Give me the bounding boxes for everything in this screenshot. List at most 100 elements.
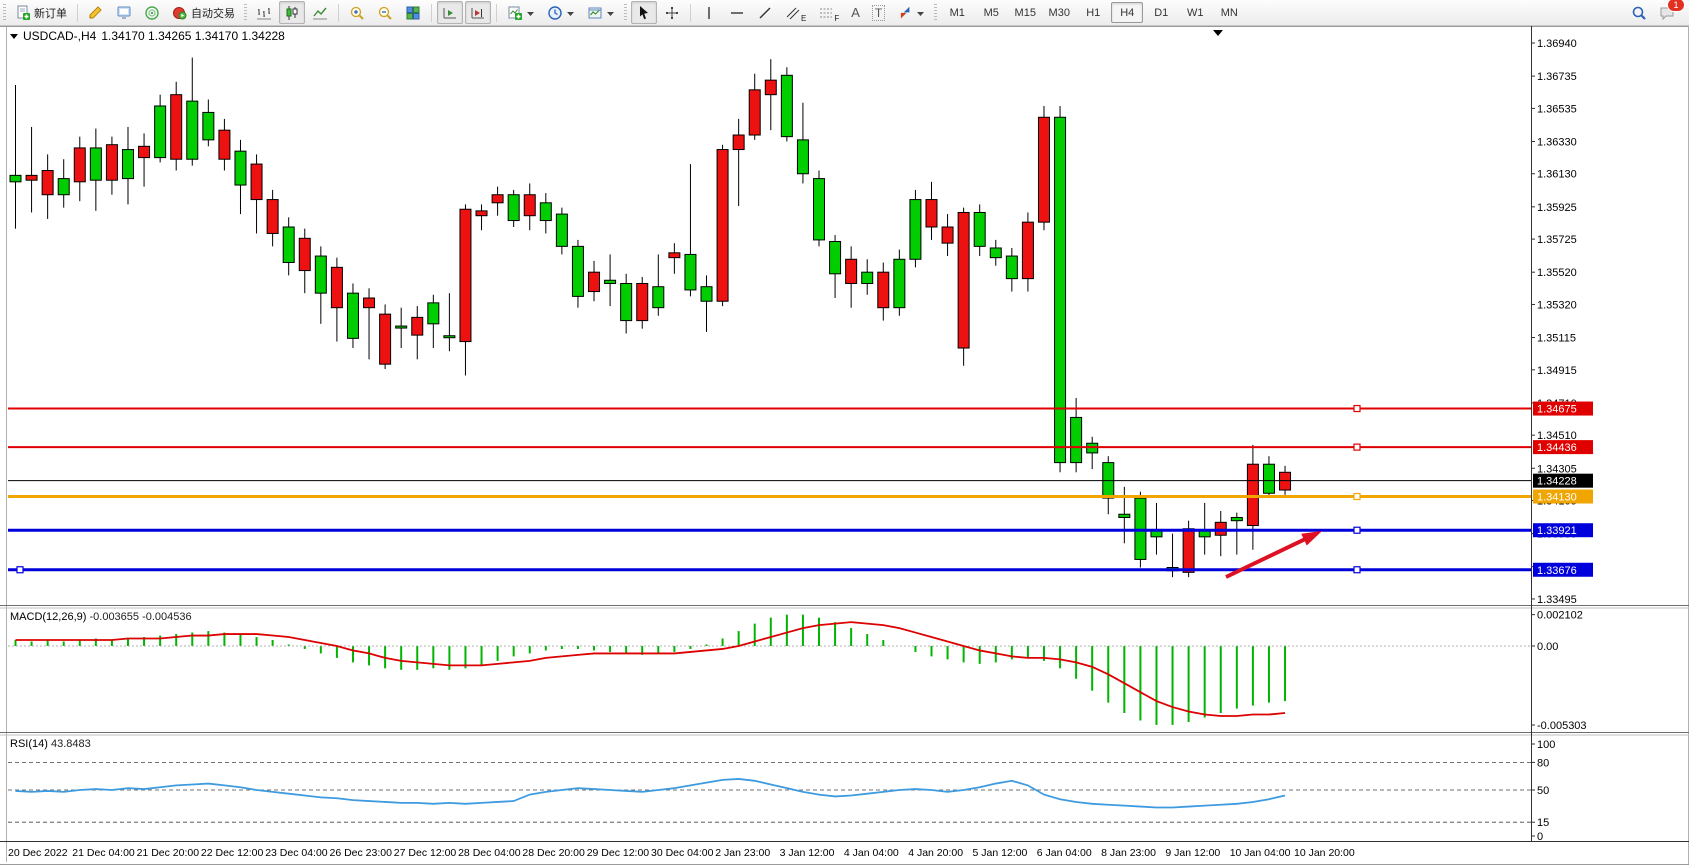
vertical-line-tool-button[interactable] — [696, 1, 722, 24]
line-drag-handle[interactable] — [1354, 527, 1360, 533]
candle-bullish — [235, 151, 246, 185]
zoom-out-button[interactable] — [372, 1, 398, 24]
time-axis-label: 28 Dec 20:00 — [522, 847, 585, 859]
notifications-button[interactable]: 1 — [1654, 1, 1680, 24]
text-label-icon: T — [872, 5, 885, 21]
chart-canvas[interactable]: 1.369401.367351.365351.363301.361301.359… — [0, 0, 1689, 865]
indicators-button[interactable] — [502, 1, 540, 24]
candlestick-icon — [284, 5, 300, 21]
candle-bullish — [605, 280, 616, 283]
search-icon — [1631, 5, 1647, 21]
candle-bullish — [508, 195, 519, 221]
toolbar: 新订单 — [0, 0, 1689, 26]
text-tool-button[interactable]: A — [846, 1, 865, 24]
time-axis-label: 4 Jan 20:00 — [908, 847, 963, 859]
tab-timeframe-m1[interactable]: M1 — [941, 2, 973, 23]
new-order-icon — [15, 5, 31, 21]
macd-tick-label: 0.00 — [1537, 641, 1558, 653]
time-axis-label: 6 Jan 04:00 — [1037, 847, 1092, 859]
timeframe-group: M1M5M15M30H1H4D1W1MN — [940, 2, 1246, 23]
zoom-in-button[interactable] — [344, 1, 370, 24]
candle-bearish — [267, 200, 278, 234]
chart-shift-button[interactable] — [465, 1, 491, 24]
crosshair-tool-button[interactable] — [659, 1, 685, 24]
search-button[interactable] — [1626, 1, 1652, 24]
dropdown-caret-icon — [566, 5, 575, 21]
candle-bearish — [733, 135, 744, 150]
tab-timeframe-w1[interactable]: W1 — [1179, 2, 1211, 23]
candle-bullish — [685, 254, 696, 290]
auto-scroll-button[interactable] — [437, 1, 463, 24]
cursor-tool-button[interactable] — [631, 1, 657, 24]
time-axis-label: 22 Dec 12:00 — [201, 847, 264, 859]
bar-chart-icon — [256, 5, 272, 21]
crosshair-icon — [664, 5, 680, 21]
signal-icon — [144, 5, 160, 21]
time-axis-label: 10 Jan 04:00 — [1230, 847, 1291, 859]
templates-button[interactable] — [582, 1, 620, 24]
tab-timeframe-m15[interactable]: M15 — [1009, 2, 1041, 23]
candle-bullish — [653, 287, 664, 308]
horizontal-line-tool-button[interactable] — [724, 1, 750, 24]
vertical-line-icon — [701, 5, 717, 21]
tab-timeframe-d1[interactable]: D1 — [1145, 2, 1177, 23]
line-chart-button[interactable] — [307, 1, 333, 24]
candle-bullish — [155, 106, 166, 158]
terminal-button[interactable] — [111, 1, 137, 24]
text-tool-icon: A — [851, 5, 860, 20]
channel-tool-button[interactable]: E — [780, 1, 811, 24]
candle-bearish — [1183, 529, 1194, 573]
dropdown-caret-icon — [526, 5, 535, 21]
line-drag-handle[interactable] — [17, 567, 23, 573]
candle-bullish — [396, 326, 407, 328]
candle-bearish — [717, 150, 728, 302]
auto-scroll-icon — [442, 5, 458, 21]
candle-bullish — [701, 287, 712, 302]
line-drag-handle[interactable] — [1354, 567, 1360, 573]
horizontal-line-icon — [729, 5, 745, 21]
rsi-value: 43.8483 — [51, 738, 91, 750]
rsi-tick-label: 100 — [1537, 739, 1555, 751]
line-drag-handle[interactable] — [1354, 493, 1360, 499]
metaeditor-button[interactable] — [83, 1, 109, 24]
tab-timeframe-m5[interactable]: M5 — [975, 2, 1007, 23]
toolbar-grip — [934, 4, 937, 22]
arrow-shapes-icon — [897, 5, 913, 21]
strategy-tester-button[interactable] — [139, 1, 165, 24]
chart-title[interactable]: USDCAD-,H4 1.34170 1.34265 1.34170 1.342… — [10, 29, 285, 43]
candle-bearish — [1038, 117, 1049, 222]
fibonacci-icon — [818, 5, 834, 21]
add-indicator-icon — [507, 5, 523, 21]
candle-bearish — [74, 148, 85, 182]
rsi-tick-label: 0 — [1537, 831, 1543, 843]
fibonacci-tool-button[interactable]: F — [813, 1, 844, 24]
price-line-badge-value: 1.34228 — [1537, 476, 1577, 488]
trendline-tool-button[interactable] — [752, 1, 778, 24]
price-tick-label: 1.34915 — [1537, 365, 1577, 377]
tab-timeframe-m30[interactable]: M30 — [1043, 2, 1075, 23]
candle-bearish — [942, 227, 953, 243]
line-drag-handle[interactable] — [1354, 406, 1360, 412]
candlestick-chart-button[interactable] — [279, 1, 305, 24]
toolbar-separator — [496, 4, 497, 22]
time-axis-label: 8 Jan 23:00 — [1101, 847, 1156, 859]
bar-chart-button[interactable] — [251, 1, 277, 24]
price-line-badge-value: 1.34675 — [1537, 404, 1577, 416]
candle-bullish — [122, 150, 133, 179]
dropdown-caret-icon — [916, 5, 925, 21]
price-tick-label: 1.35320 — [1537, 299, 1577, 311]
tab-timeframe-h4[interactable]: H4 — [1111, 2, 1143, 23]
periods-button[interactable] — [542, 1, 580, 24]
text-label-tool-button[interactable]: T — [867, 1, 890, 24]
candle-bullish — [444, 336, 455, 338]
auto-trading-button[interactable]: 自动交易 — [167, 1, 240, 24]
candle-bullish — [572, 246, 583, 296]
tile-windows-button[interactable] — [400, 1, 426, 24]
tab-timeframe-mn[interactable]: MN — [1213, 2, 1245, 23]
arrows-tool-button[interactable] — [892, 1, 930, 24]
new-order-button[interactable]: 新订单 — [10, 1, 72, 24]
tab-timeframe-h1[interactable]: H1 — [1077, 2, 1109, 23]
candle-bearish — [299, 238, 310, 270]
candle-bullish — [428, 303, 439, 324]
line-drag-handle[interactable] — [1354, 444, 1360, 450]
